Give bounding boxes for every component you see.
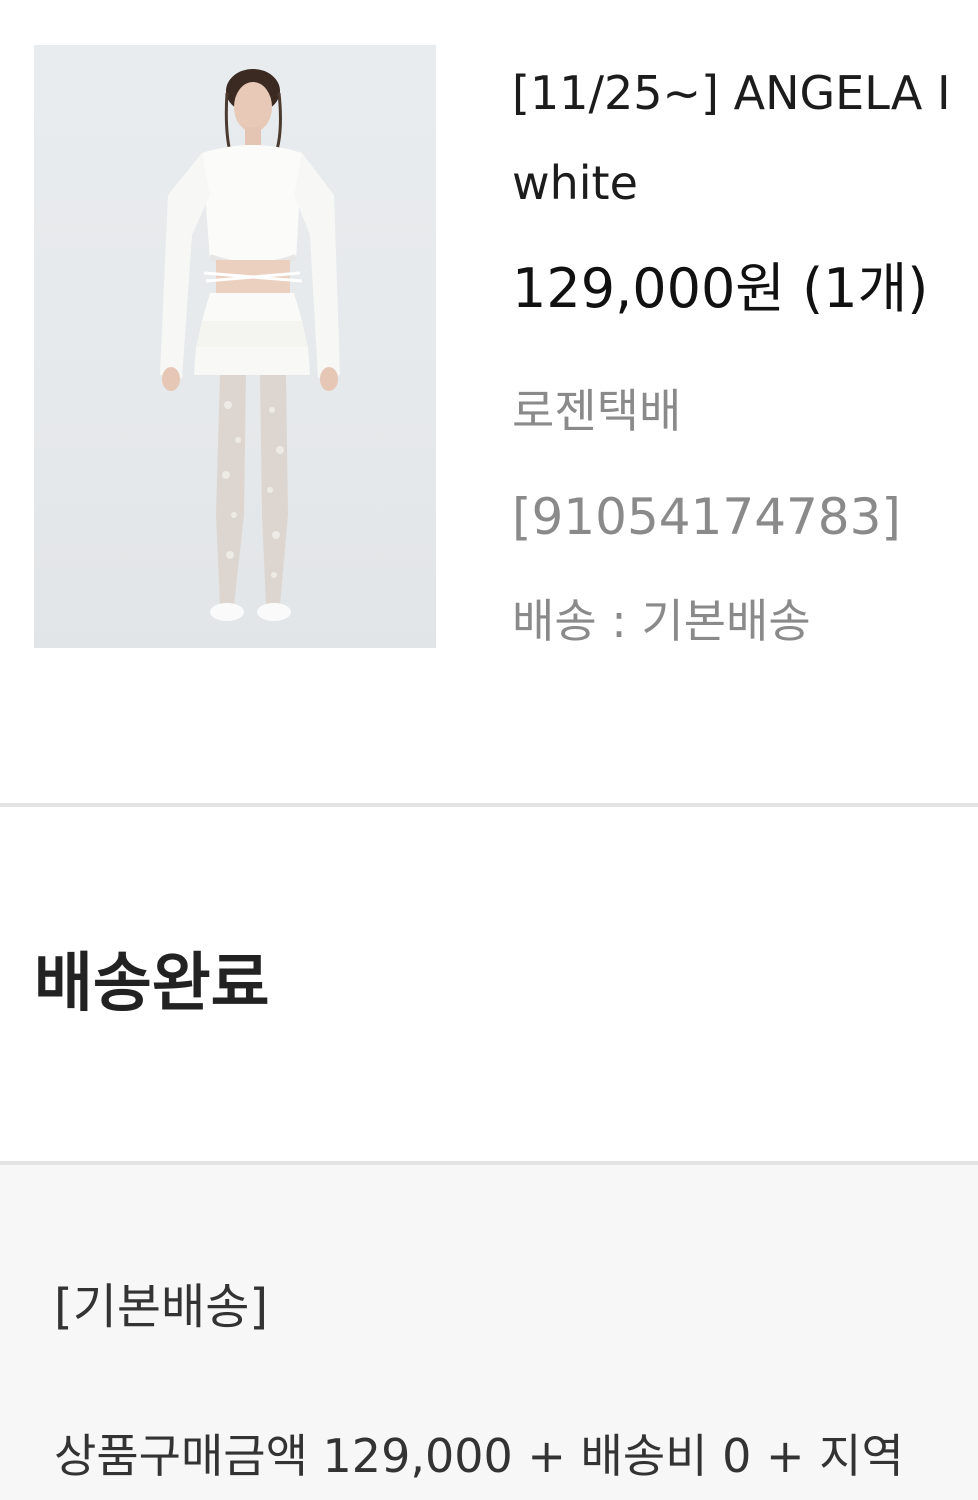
delivery-carrier: 로젠택배 — [512, 384, 682, 438]
order-item[interactable]: [11/25~] ANGELA I white 129,000원 (1개) 로젠… — [0, 0, 978, 805]
product-photo-model — [160, 69, 340, 621]
summary-title: [기본배송] — [54, 1279, 269, 1335]
product-name[interactable]: [11/25~] ANGELA I — [512, 62, 978, 124]
product-option: white — [512, 156, 638, 210]
product-thumbnail[interactable] — [34, 45, 436, 648]
order-detail-page: [11/25~] ANGELA I white 129,000원 (1개) 로젠… — [0, 0, 978, 1500]
delivery-status: 배송완료 — [34, 947, 270, 1021]
summary-amount-line: 상품구매금액 129,000 + 배송비 0 + 지역 — [54, 1429, 904, 1483]
shipping-method: 배송 : 기본배송 — [512, 594, 811, 648]
product-price: 129,000원 (1개) — [512, 257, 929, 320]
tracking-number[interactable]: [91054174783] — [512, 484, 901, 550]
section-divider — [0, 803, 978, 807]
